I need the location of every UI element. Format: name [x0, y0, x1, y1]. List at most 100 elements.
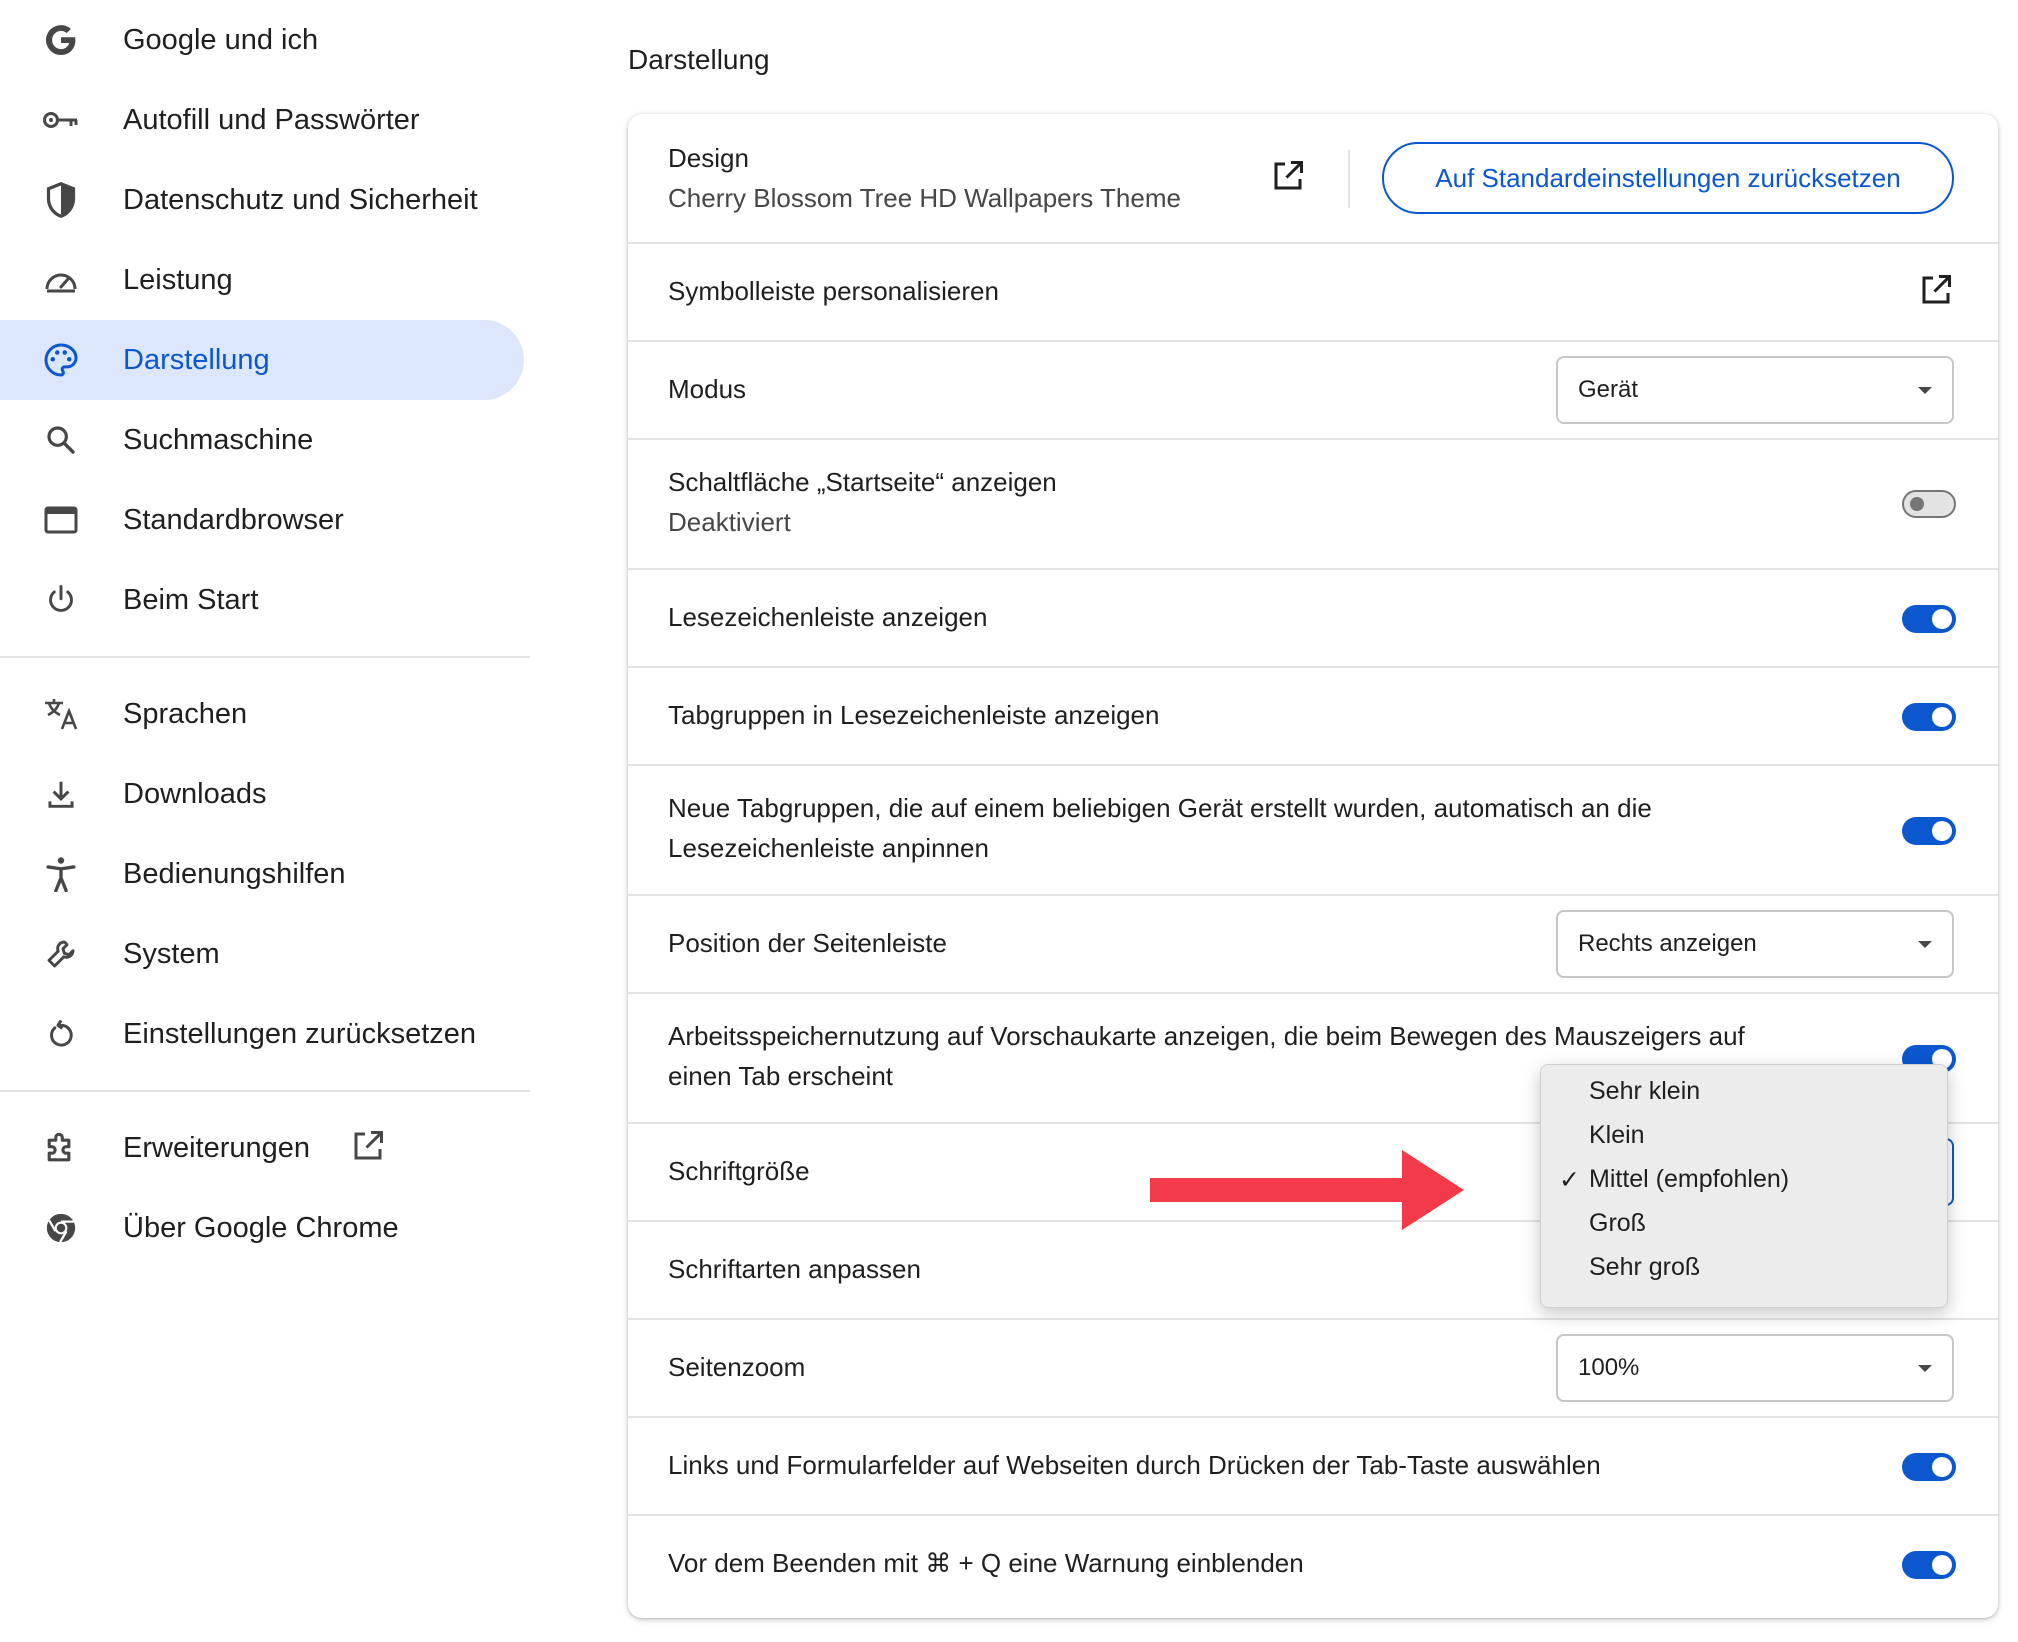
design-value: Cherry Blossom Tree HD Wallpapers Theme [668, 183, 1181, 213]
reset-theme-button[interactable]: Auf Standardeinstellungen zurücksetzen [1382, 142, 1954, 214]
auto-pin-label-line1: Neue Tabgruppen, die auf einem beliebige… [668, 793, 1652, 823]
page-zoom-select[interactable]: 100% [1556, 1334, 1954, 1402]
customize-toolbar-label: Symbolleiste personalisieren [668, 276, 999, 306]
sidebar-item-system[interactable]: System [0, 914, 524, 994]
sidebar-item-label: Datenschutz und Sicherheit [123, 183, 478, 216]
open-theme-external-link-icon[interactable] [1270, 158, 1310, 198]
shield-icon [38, 180, 84, 220]
browser-window-icon [38, 500, 84, 540]
chevron-down-icon [1918, 1365, 1932, 1372]
sidebar-item-search-engine[interactable]: Suchmaschine [0, 400, 524, 480]
sidebar-item-label: Suchmaschine [123, 423, 314, 456]
page-title: Darstellung [628, 44, 770, 75]
sidebar-item-label: Beim Start [123, 583, 259, 616]
sidebar-item-privacy[interactable]: Datenschutz und Sicherheit [0, 160, 524, 240]
customize-toolbar-row[interactable]: Symbolleiste personalisieren [628, 242, 1998, 342]
sidebar-item-performance[interactable]: Leistung [0, 240, 524, 320]
tab-groups-toggle[interactable] [1902, 703, 1956, 731]
page-zoom-row: Seitenzoom 100% [628, 1318, 1998, 1418]
bookmarks-bar-row: Lesezeichenleiste anzeigen [628, 568, 1998, 668]
sidebar-item-label: Bedienungshilfen [123, 857, 346, 890]
sidebar-item-label: Leistung [123, 263, 233, 296]
download-icon [38, 774, 84, 814]
home-button-label: Schaltfläche „Startseite“ anzeigen [668, 467, 1057, 497]
memory-usage-label-line2: einen Tab erscheint [668, 1061, 894, 1091]
reset-icon [38, 1014, 84, 1054]
sidebar-item-about-chrome[interactable]: Über Google Chrome [0, 1188, 524, 1268]
customize-fonts-label: Schriftarten anpassen [668, 1254, 921, 1284]
puzzle-icon [38, 1128, 84, 1168]
toggle-knob [1932, 1555, 1952, 1575]
sidebar-item-label: Sprachen [123, 697, 248, 730]
sidebar-item-autofill[interactable]: Autofill und Passwörter [0, 80, 524, 160]
settings-sidebar: Google und ich Autofill und Passwörter D… [0, 0, 530, 1642]
sidebar-item-appearance[interactable]: Darstellung [0, 320, 524, 400]
sidebar-item-languages[interactable]: Sprachen [0, 674, 524, 754]
font-size-option[interactable]: Klein [1589, 1121, 1645, 1150]
sidebar-item-label: System [123, 937, 220, 970]
accessibility-icon [38, 854, 84, 894]
sidebar-item-default-browser[interactable]: Standardbrowser [0, 480, 524, 560]
home-button-row: Schaltfläche „Startseite“ anzeigen Deakt… [628, 438, 1998, 570]
quit-warning-label: Vor dem Beenden mit ⌘ + Q eine Warnung e… [668, 1548, 1304, 1578]
home-button-toggle[interactable] [1902, 490, 1956, 518]
mode-select[interactable]: Gerät [1556, 356, 1954, 424]
external-link-icon[interactable] [1918, 272, 1958, 312]
sidebar-item-google[interactable]: Google und ich [0, 0, 524, 80]
chevron-down-icon [1918, 387, 1932, 394]
sidebar-item-accessibility[interactable]: Bedienungshilfen [0, 834, 524, 914]
checkmark-icon: ✓ [1559, 1166, 1580, 1194]
memory-usage-label-line1: Arbeitsspeichernutzung auf Vorschaukarte… [668, 1021, 1745, 1051]
tab-groups-label: Tabgruppen in Lesezeichenleiste anzeigen [668, 700, 1160, 730]
quit-warning-toggle[interactable] [1902, 1551, 1956, 1579]
power-icon [38, 580, 84, 620]
key-icon [38, 100, 84, 140]
sidebar-item-reset-settings[interactable]: Einstellungen zurücksetzen [0, 994, 524, 1074]
font-size-option[interactable]: Groß [1589, 1209, 1646, 1238]
chrome-icon [38, 1208, 84, 1248]
sidebar-position-row: Position der Seitenleiste Rechts anzeige… [628, 894, 1998, 994]
sidebar-item-label: Google und ich [123, 23, 319, 56]
tab-groups-row: Tabgruppen in Lesezeichenleiste anzeigen [628, 666, 1998, 766]
design-row: Design Cherry Blossom Tree HD Wallpapers… [628, 114, 1998, 242]
font-size-option-selected[interactable]: Mittel (empfohlen) [1589, 1165, 1789, 1194]
font-size-dropdown-menu: Sehr klein Klein ✓ Mittel (empfohlen) Gr… [1540, 1064, 1948, 1308]
mode-label: Modus [668, 374, 747, 404]
sidebar-item-label: Über Google Chrome [123, 1211, 399, 1244]
search-icon [38, 420, 84, 460]
sidebar-position-select-value: Rechts anzeigen [1578, 930, 1757, 957]
auto-pin-label-line2: Lesezeichenleiste anpinnen [668, 833, 989, 863]
toggle-knob [1932, 1457, 1952, 1477]
toggle-knob [1932, 707, 1952, 727]
sidebar-item-on-startup[interactable]: Beim Start [0, 560, 524, 640]
page-zoom-label: Seitenzoom [668, 1352, 806, 1382]
sidebar-item-label: Downloads [123, 777, 267, 810]
sidebar-position-select[interactable]: Rechts anzeigen [1556, 910, 1954, 978]
sidebar-item-downloads[interactable]: Downloads [0, 754, 524, 834]
toggle-knob [1910, 497, 1924, 511]
wrench-icon [38, 934, 84, 974]
external-link-icon [350, 1128, 390, 1168]
sidebar-position-label: Position der Seitenleiste [668, 928, 947, 958]
mode-select-value: Gerät [1578, 376, 1639, 403]
auto-pin-toggle[interactable] [1902, 817, 1956, 845]
tab-key-select-toggle[interactable] [1902, 1453, 1956, 1481]
toggle-knob [1932, 821, 1952, 841]
home-button-status: Deaktiviert [668, 507, 791, 537]
tab-key-select-row: Links und Formularfelder auf Webseiten d… [628, 1416, 1998, 1516]
palette-icon [38, 340, 84, 380]
bookmarks-bar-label: Lesezeichenleiste anzeigen [668, 602, 988, 632]
appearance-settings-card: Design Cherry Blossom Tree HD Wallpapers… [628, 114, 1998, 1618]
sidebar-item-extensions[interactable]: Erweiterungen [0, 1108, 524, 1188]
speedometer-icon [38, 260, 84, 300]
page-zoom-select-value: 100% [1578, 1354, 1640, 1381]
font-size-option[interactable]: Sehr groß [1589, 1253, 1700, 1282]
bookmarks-bar-toggle[interactable] [1902, 605, 1956, 633]
toggle-knob [1932, 609, 1952, 629]
font-size-label: Schriftgröße [668, 1156, 810, 1186]
vertical-separator [1348, 150, 1350, 208]
google-g-icon [38, 20, 84, 60]
sidebar-item-label: Erweiterungen [123, 1131, 310, 1164]
quit-warning-row: Vor dem Beenden mit ⌘ + Q eine Warnung e… [628, 1514, 1998, 1620]
font-size-option[interactable]: Sehr klein [1589, 1077, 1700, 1106]
